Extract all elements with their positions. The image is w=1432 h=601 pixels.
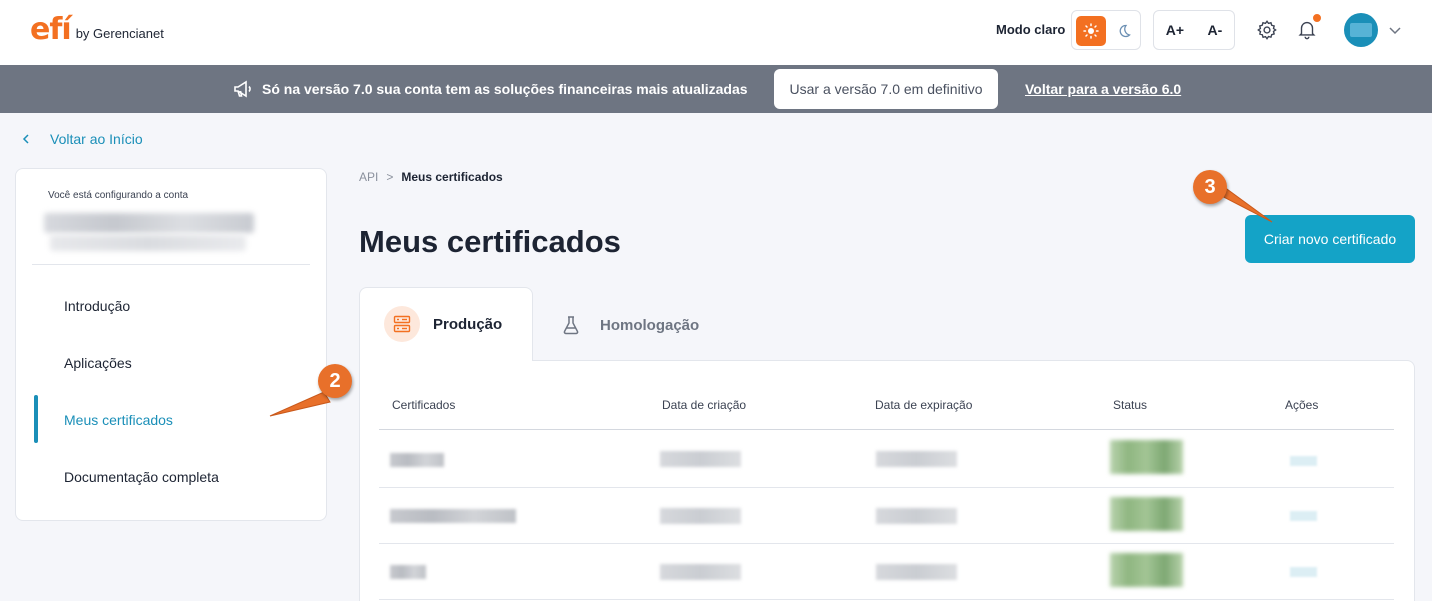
chevron-left-icon [22,134,29,144]
breadcrumb-separator: > [386,170,394,184]
column-certificados[interactable]: Certificados [392,398,455,412]
status-badge [1110,440,1183,474]
account-name-redacted [44,213,254,233]
certificate-name-redacted[interactable] [390,565,426,579]
font-decrease-button[interactable]: A- [1207,22,1222,38]
table-header-divider [379,429,1394,430]
active-indicator [34,395,38,443]
creation-date-redacted [660,451,741,467]
tab-homologacao-label: Homologação [600,316,700,334]
divider [32,264,310,265]
logo-mark: efí [30,12,72,47]
megaphone-icon [232,77,256,101]
chevron-down-icon[interactable] [1387,22,1403,38]
server-icon [384,306,420,342]
status-badge [1110,497,1183,531]
creation-date-redacted [660,564,741,580]
efi-logo[interactable]: efí by Gerencianet [30,12,164,47]
row-divider [379,599,1394,600]
tab-homologacao[interactable]: Homologação [560,305,699,345]
breadcrumb-current: Meus certificados [401,170,503,184]
back-link-label: Voltar ao Início [50,131,143,147]
page-title: Meus certificados [359,224,621,259]
row-divider [379,487,1394,488]
back-to-home-link[interactable]: Voltar ao Início [20,131,143,147]
theme-toggle[interactable] [1071,10,1141,50]
flask-icon [563,316,579,335]
annotation-step-3: 3 [1193,170,1227,204]
sun-icon[interactable] [1076,16,1106,46]
row-action-link[interactable] [1290,456,1317,466]
logo-subtitle: by Gerencianet [75,26,164,41]
back-to-version-6-link[interactable]: Voltar para a versão 6.0 [1025,81,1181,97]
column-status[interactable]: Status [1113,398,1147,412]
row-divider [379,543,1394,544]
breadcrumb: API > Meus certificados [359,170,503,184]
expiration-date-redacted [876,564,957,580]
gear-icon[interactable] [1254,17,1280,43]
account-id-redacted [50,235,246,251]
font-increase-button[interactable]: A+ [1166,22,1184,38]
use-version-7-button[interactable]: Usar a versão 7.0 em definitivo [774,69,998,109]
mode-label: Modo claro [996,22,1066,37]
tab-producao[interactable]: Produção [359,287,533,361]
sidebar-item-documentacao[interactable]: Documentação completa [64,469,219,485]
tab-producao-label: Produção [433,316,503,333]
banner-message: Só na versão 7.0 sua conta tem as soluçõ… [262,81,748,97]
sidebar-item-meus-certificados[interactable]: Meus certificados [64,412,173,428]
version-banner: Só na versão 7.0 sua conta tem as soluçõ… [0,65,1432,113]
sidebar-item-introducao[interactable]: Introdução [64,298,130,314]
notification-badge [1312,13,1322,23]
breadcrumb-root[interactable]: API [359,170,378,184]
top-header: efí by Gerencianet Modo claro A+ A- [0,0,1432,65]
sidebar-item-aplicacoes[interactable]: Aplicações [64,355,132,371]
certificate-name-redacted[interactable] [390,509,516,523]
expiration-date-redacted [876,451,957,467]
moon-icon[interactable] [1110,16,1138,46]
row-action-link[interactable] [1290,567,1317,577]
font-size-control: A+ A- [1153,10,1235,50]
column-data-expiracao[interactable]: Data de expiração [875,398,972,412]
account-caption: Você está configurando a conta [48,190,189,201]
column-data-criacao[interactable]: Data de criação [662,398,746,412]
status-badge [1110,553,1183,587]
row-action-link[interactable] [1290,511,1317,521]
column-acoes: Ações [1285,398,1319,412]
certificate-name-redacted[interactable] [390,453,444,467]
annotation-step-2: 2 [318,364,352,398]
config-sidebar: Você está configurando a conta Introduçã… [15,168,327,521]
creation-date-redacted [660,508,741,524]
expiration-date-redacted [876,508,957,524]
avatar[interactable] [1344,13,1378,47]
